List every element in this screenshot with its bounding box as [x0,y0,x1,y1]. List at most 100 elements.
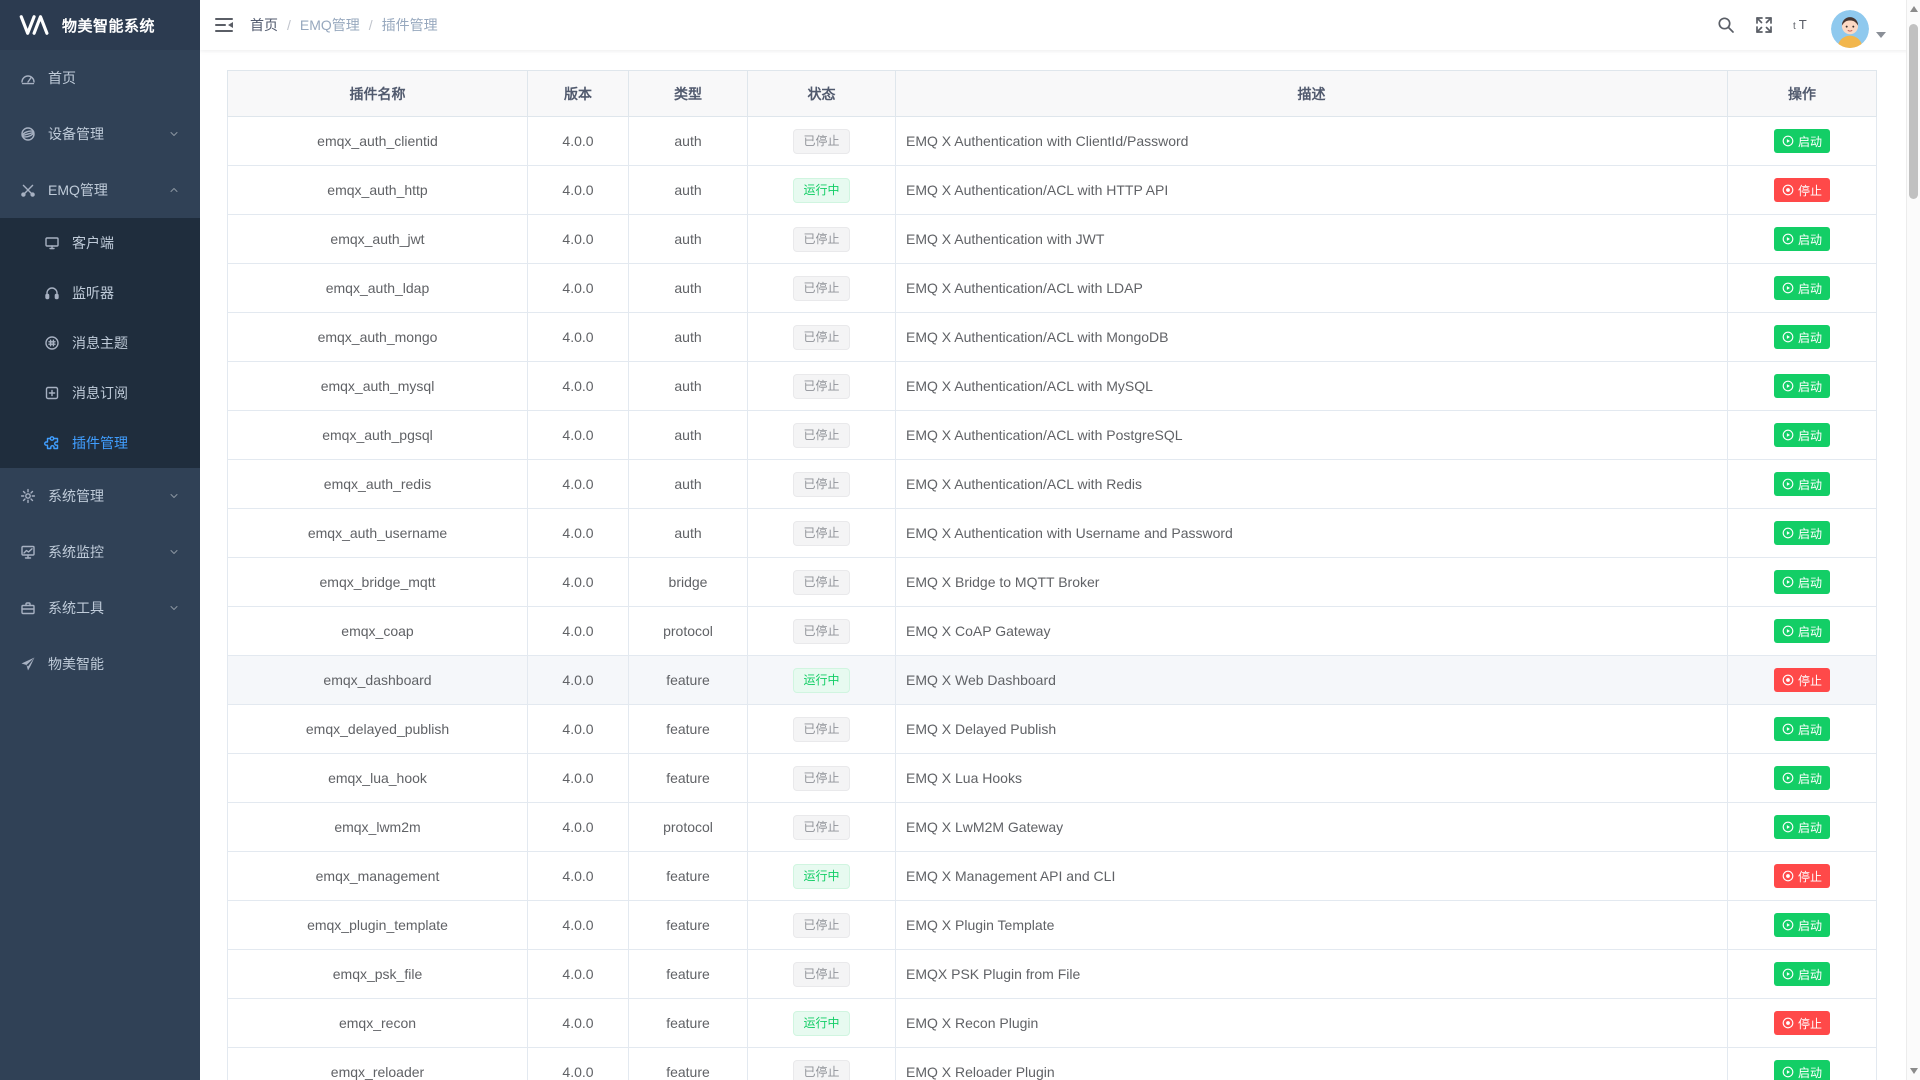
cell-operation: 启动 [1728,215,1877,264]
start-plugin-button[interactable]: 启动 [1774,521,1830,545]
start-plugin-button[interactable]: 启动 [1774,129,1830,153]
start-plugin-button[interactable]: 启动 [1774,325,1830,349]
table-row: emqx_auth_http4.0.0auth运行中EMQ X Authenti… [228,166,1877,215]
cell-operation: 启动 [1728,313,1877,362]
cell-type: feature [629,901,748,950]
scroll-down-arrow-icon[interactable] [1910,1068,1918,1074]
cell-description: EMQ X CoAP Gateway [896,607,1728,656]
sidebar-subitem[interactable]: 消息主题 [0,318,200,368]
start-plugin-button[interactable]: 启动 [1774,962,1830,986]
sidebar-subitem[interactable]: 监听器 [0,268,200,318]
header-version: 版本 [528,71,629,117]
sidebar-subitem-label: 客户端 [72,233,114,253]
start-plugin-button[interactable]: 启动 [1774,570,1830,594]
cell-operation: 启动 [1728,607,1877,656]
sidebar-subitem[interactable]: 客户端 [0,218,200,268]
sidebar-subitem-label: 消息订阅 [72,383,128,403]
cell-operation: 启动 [1728,901,1877,950]
play-circle-icon [1782,527,1794,539]
sidebar-item[interactable]: 系统工具 [0,580,200,636]
start-plugin-button[interactable]: 启动 [1774,766,1830,790]
cell-operation: 启动 [1728,460,1877,509]
status-badge: 已停止 [793,913,849,938]
sidebar-item[interactable]: 物美智能 [0,636,200,692]
headset-icon [44,285,60,301]
start-plugin-button[interactable]: 启动 [1774,913,1830,937]
cell-version: 4.0.0 [528,901,629,950]
cell-description: EMQ X Authentication with Username and P… [896,509,1728,558]
cell-version: 4.0.0 [528,754,629,803]
start-plugin-button[interactable]: 启动 [1774,815,1830,839]
chevron-down-icon [168,490,180,502]
table-row: emqx_bridge_mqtt4.0.0bridge已停止EMQ X Brid… [228,558,1877,607]
cell-operation: 启动 [1728,558,1877,607]
avatar[interactable] [1831,10,1869,48]
start-plugin-button[interactable]: 启动 [1774,619,1830,643]
cell-plugin-name: emqx_auth_clientid [228,117,528,166]
sidebar-item[interactable]: 系统监控 [0,524,200,580]
start-plugin-button[interactable]: 启动 [1774,423,1830,447]
user-menu[interactable] [1831,10,1886,48]
start-plugin-button[interactable]: 启动 [1774,1060,1830,1080]
stop-plugin-button[interactable]: 停止 [1774,178,1830,202]
cell-status: 已停止 [748,117,896,166]
collapse-sidebar-icon[interactable] [200,0,248,50]
breadcrumb-home[interactable]: 首页 [250,15,278,35]
status-badge: 运行中 [793,668,849,693]
button-label: 启动 [1798,966,1822,983]
table-row: emqx_auth_clientid4.0.0auth已停止EMQ X Auth… [228,117,1877,166]
start-plugin-button[interactable]: 启动 [1774,717,1830,741]
status-badge: 已停止 [793,766,849,791]
search-icon[interactable] [1717,16,1735,34]
cell-version: 4.0.0 [528,1048,629,1080]
cell-plugin-name: emqx_recon [228,999,528,1048]
sidebar: 物美智能系统 首页设备管理EMQ管理客户端监听器消息主题消息订阅插件管理系统管理… [0,0,200,1080]
button-label: 启动 [1798,133,1822,150]
cell-description: EMQ X Recon Plugin [896,999,1728,1048]
sidebar-item[interactable]: EMQ管理 [0,162,200,218]
cell-description: EMQ X Lua Hooks [896,754,1728,803]
cell-type: auth [629,313,748,362]
cell-status: 已停止 [748,1048,896,1080]
fullscreen-icon[interactable] [1755,16,1773,34]
table-row: emqx_plugin_template4.0.0feature已停止EMQ X… [228,901,1877,950]
start-plugin-button[interactable]: 启动 [1774,227,1830,251]
stop-plugin-button[interactable]: 停止 [1774,864,1830,888]
status-badge: 运行中 [793,1011,849,1036]
table-row: emqx_auth_username4.0.0auth已停止EMQ X Auth… [228,509,1877,558]
sidebar-item[interactable]: 设备管理 [0,106,200,162]
stop-plugin-button[interactable]: 停止 [1774,1011,1830,1035]
sidebar-item-label: 设备管理 [48,124,104,144]
table-body: emqx_auth_clientid4.0.0auth已停止EMQ X Auth… [228,117,1877,1080]
sidebar-item[interactable]: 首页 [0,50,200,106]
sidebar-subitem[interactable]: 消息订阅 [0,368,200,418]
plugin-table: 插件名称 版本 类型 状态 描述 操作 emqx_auth_clientid4.… [227,70,1877,1080]
status-badge: 已停止 [793,325,849,350]
cell-description: EMQ X Reloader Plugin [896,1048,1728,1080]
vertical-scrollbar[interactable] [1906,0,1920,1080]
stop-circle-icon [1782,674,1794,686]
caret-down-icon[interactable] [1876,32,1886,38]
cell-operation: 启动 [1728,362,1877,411]
sidebar-item[interactable]: 系统管理 [0,468,200,524]
cell-type: feature [629,754,748,803]
cell-type: auth [629,509,748,558]
stop-plugin-button[interactable]: 停止 [1774,668,1830,692]
cell-version: 4.0.0 [528,705,629,754]
play-circle-icon [1782,135,1794,147]
play-circle-icon [1782,723,1794,735]
cell-description: EMQX PSK Plugin from File [896,950,1728,999]
scrollbar-thumb[interactable] [1909,24,1918,199]
sidebar-subitem[interactable]: 插件管理 [0,418,200,468]
scroll-up-arrow-icon[interactable] [1910,6,1918,12]
button-label: 启动 [1798,231,1822,248]
play-circle-icon [1782,576,1794,588]
start-plugin-button[interactable]: 启动 [1774,276,1830,300]
status-badge: 已停止 [793,962,849,987]
breadcrumb-separator: / [287,17,291,33]
start-plugin-button[interactable]: 启动 [1774,374,1830,398]
table-row: emqx_auth_mysql4.0.0auth已停止EMQ X Authent… [228,362,1877,411]
start-plugin-button[interactable]: 启动 [1774,472,1830,496]
cell-version: 4.0.0 [528,558,629,607]
font-size-icon[interactable]: t T [1793,16,1811,34]
